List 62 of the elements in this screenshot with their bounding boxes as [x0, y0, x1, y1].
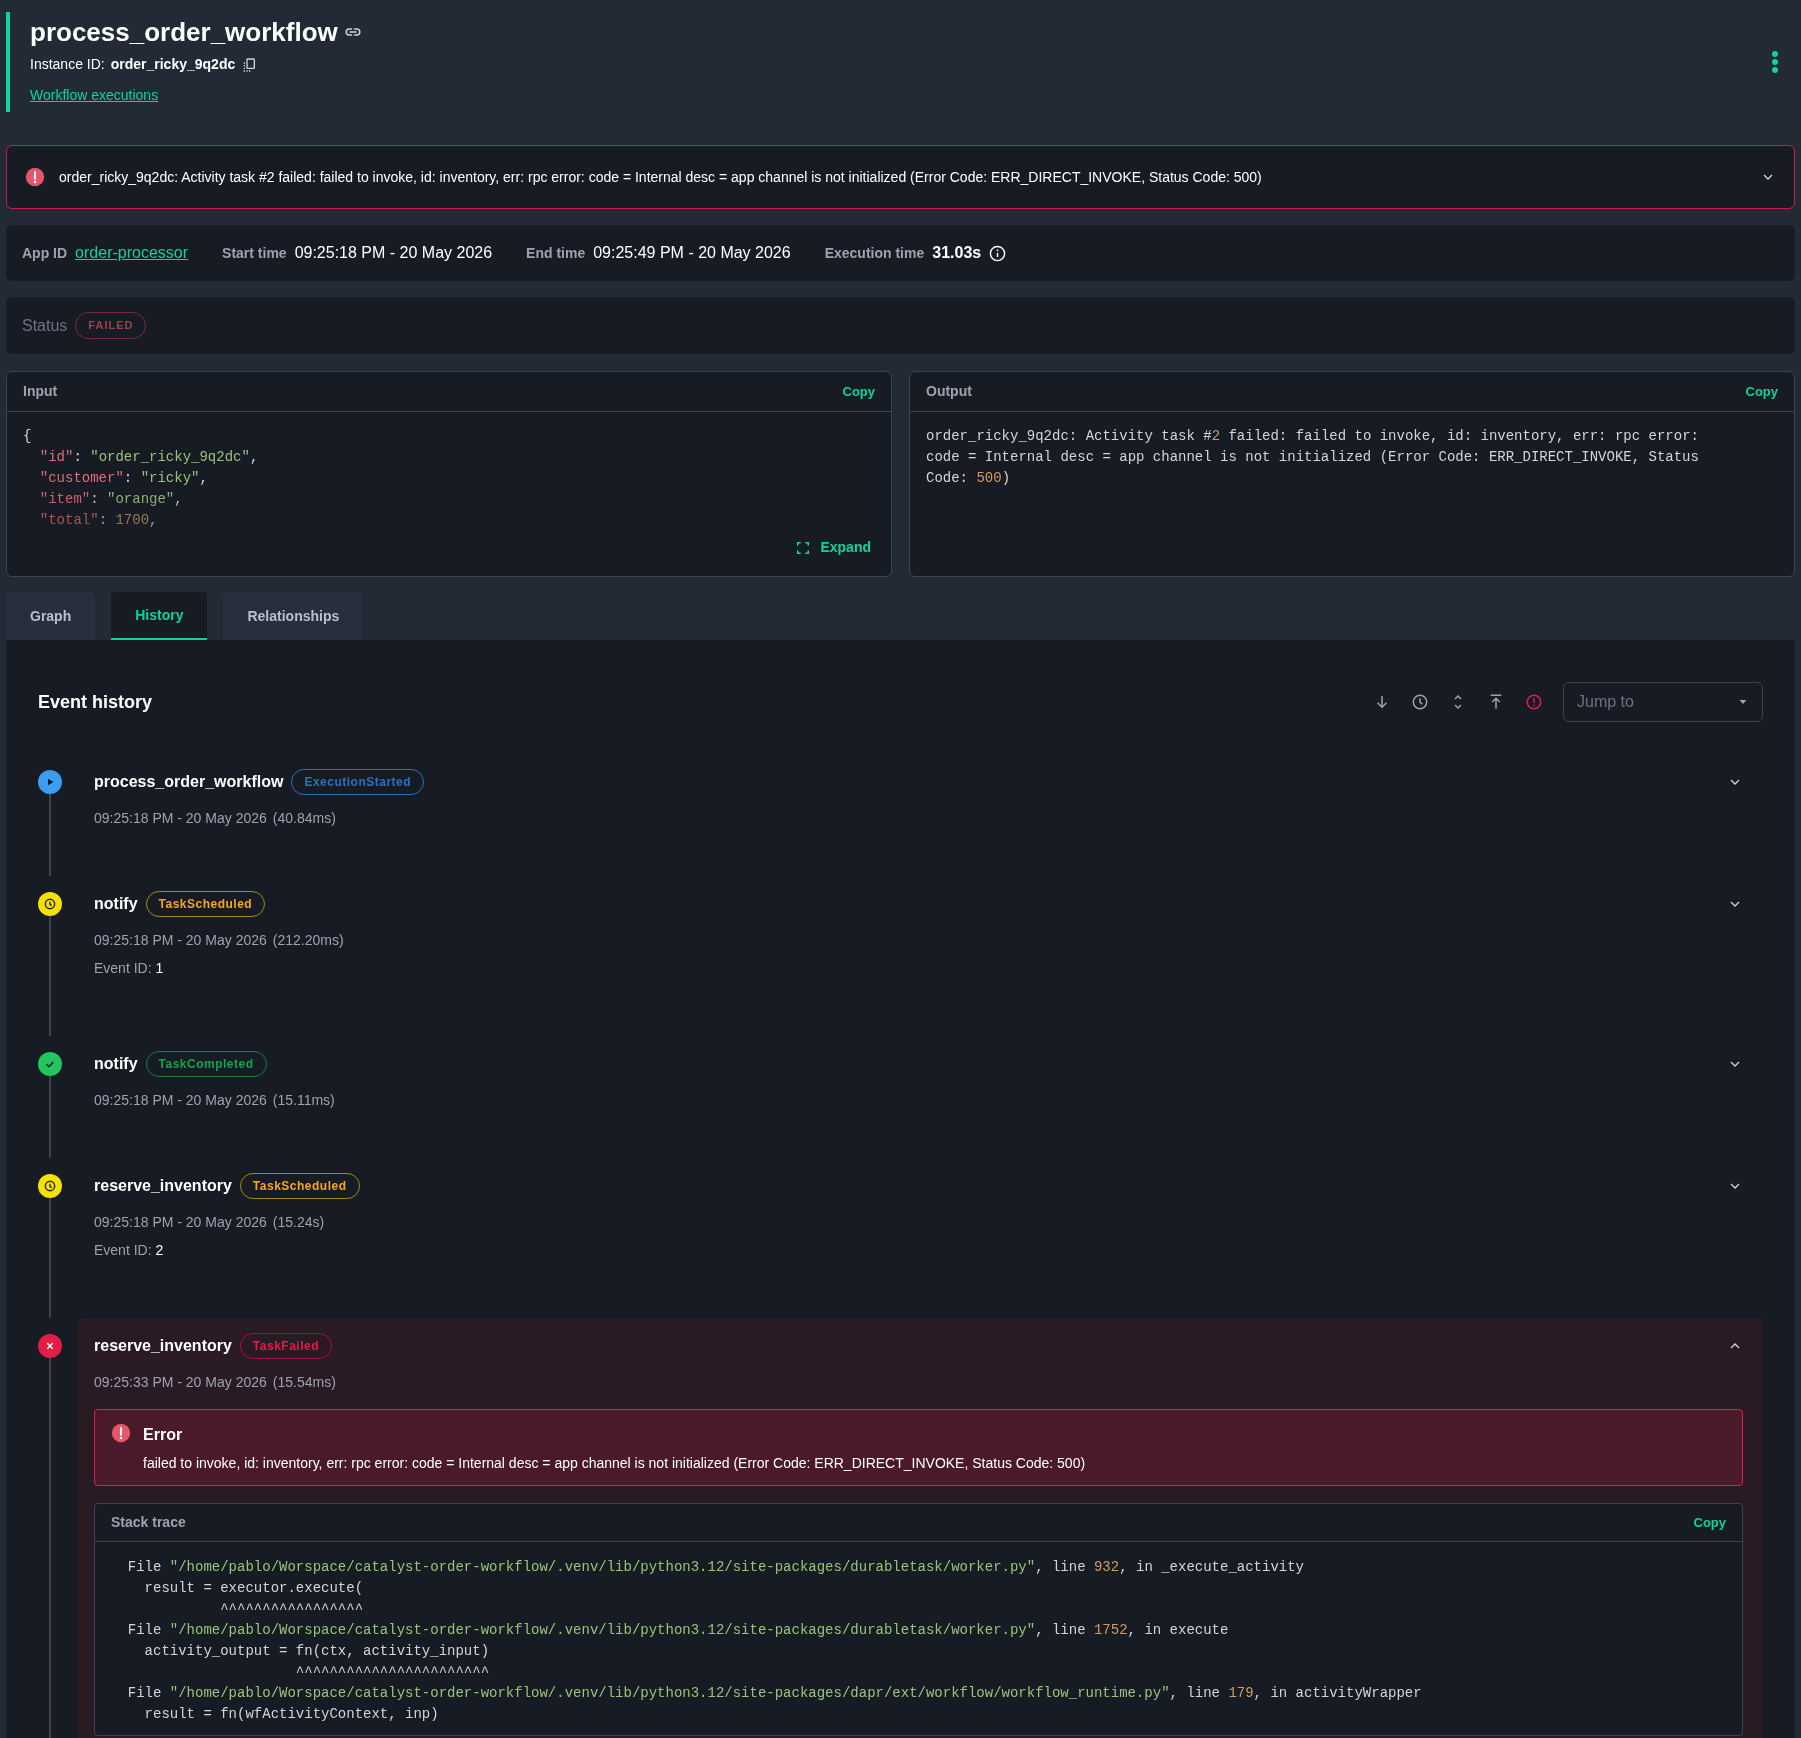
event-duration: (40.84ms) — [272, 809, 336, 828]
jump-to-dropdown[interactable]: Jump to — [1563, 682, 1763, 722]
info-label: End time — [526, 243, 586, 263]
event-status-icon — [38, 1334, 62, 1358]
info-label: Start time — [222, 243, 287, 263]
event-status-icon — [38, 770, 62, 794]
stack-trace-text: File "/home/pablo/Worspace/catalyst-order-workflow/.venv/lib/python3.12/site-packages/durabletask/worker.py", line 932, in _execute_activity result = executor.execute( ^^^^^^^^^^^^^^^^^ File "/home/pablo/Worspace/catalyst-order-workflow/.venv/lib/python3.12/site-packages/durabletask/worker.py", line 1752, in execute activity_output = fn(ctx, activity_input) ^^^^^^^^^^^^^^^^^^^^^^^ File "/home/pablo/Worspace/catalyst-order-workflow/.venv/lib/python3.12/site-packages/dapr/ext/workflow/workflow_runtime.py", line 179, in activityWrapper result = fn(wfActivityContext, inp) — [126, 1558, 1423, 1724]
status-label: Status — [22, 315, 68, 336]
event-name: notify — [94, 1054, 138, 1074]
clock-icon[interactable] — [1411, 693, 1429, 711]
alert-message: order_ricky_9q2dc: Activity task #2 failed: failed to invoke, id: inventory, err: rpc error: code = Internal desc = app channel is not initialized (Error Code: ERR_DIRECT_INVOKE, Status Code: 500) — [59, 167, 1263, 187]
output-text: order_ricky_9q2dc: Activity task #2 failed: failed to invoke, id: inventory, err: rpc error: code = Internal desc = app channel is not initialized (Error Code: ERR_DIRECT_INVOKE, Status Code: 500) — [925, 427, 1700, 488]
event-duration: (15.24s) — [272, 1213, 325, 1232]
event-status-icon — [38, 892, 62, 916]
info-label: App ID — [22, 243, 68, 263]
card-title: Stack trace — [111, 1513, 186, 1532]
expand-button[interactable]: Expand — [796, 537, 871, 558]
tab[interactable]: Graph — [6, 592, 96, 640]
info-value: 09:25:49 PM - 20 May 2026 — [593, 243, 791, 263]
event-time: 09:25:33 PM - 20 May 2026 — [94, 1373, 267, 1392]
event-name: notify — [94, 894, 138, 914]
info-icon — [989, 244, 1007, 262]
input-code: { "id": "order_ricky_9q2dc", "customer": "ricky", "item": "orange", "total": 1700, — [23, 427, 260, 530]
event-time: 09:25:18 PM - 20 May 2026 — [94, 931, 267, 950]
event-duration: (15.11ms) — [272, 1091, 335, 1110]
instance-id: order_ricky_9q2dc — [110, 55, 236, 74]
error-title: Error — [143, 1425, 184, 1445]
info-value: 31.03s — [932, 243, 982, 263]
app-id-link[interactable]: order-processor — [75, 241, 189, 265]
error-message: failed to invoke, id: inventory, err: rpc error: code = Internal desc = app channel is not initialized (Error Code: ERR_DIRECT_INVOKE, Status Code: 500) — [143, 1454, 1086, 1473]
error-filter-icon[interactable] — [1525, 693, 1543, 711]
card-title: Output — [926, 382, 972, 401]
instance-label: Instance ID: — [30, 55, 105, 74]
copy-icon — [241, 56, 258, 73]
event-id-label: Event ID: — [94, 959, 152, 978]
event-status-icon — [38, 1174, 62, 1198]
event-id: 2 — [155, 1241, 164, 1260]
copy-button[interactable]: Copy — [842, 381, 875, 402]
alert-icon — [111, 1423, 131, 1443]
card-title: Input — [23, 382, 58, 401]
tab[interactable]: Relationships — [223, 592, 364, 640]
expand-icon — [796, 540, 811, 555]
copy-button[interactable]: Copy — [1745, 381, 1778, 402]
tab[interactable]: History — [111, 592, 208, 640]
event-status-icon — [38, 1052, 62, 1076]
event-id-label: Event ID: — [94, 1241, 152, 1260]
event-name: reserve_inventory — [94, 1176, 232, 1196]
alert-icon — [25, 167, 45, 187]
history-title: Event history — [38, 690, 153, 714]
workflow-executions-link[interactable]: Workflow executions — [30, 85, 159, 106]
event-time: 09:25:18 PM - 20 May 2026 — [94, 1213, 267, 1232]
event-name: process_order_workflow — [94, 772, 284, 792]
info-value: 09:25:18 PM - 20 May 2026 — [294, 243, 493, 263]
workflow-title: process_order_workflow — [30, 16, 338, 48]
event-duration: (15.54ms) — [272, 1373, 336, 1392]
event-time: 09:25:18 PM - 20 May 2026 — [94, 1091, 267, 1110]
copy-button[interactable]: Copy — [1693, 1512, 1726, 1533]
info-label: Execution time — [824, 243, 925, 263]
event-id: 1 — [155, 959, 164, 978]
event-duration: (212.20ms) — [272, 931, 344, 950]
event-name: reserve_inventory — [94, 1336, 232, 1356]
event-time: 09:25:18 PM - 20 May 2026 — [94, 809, 267, 828]
